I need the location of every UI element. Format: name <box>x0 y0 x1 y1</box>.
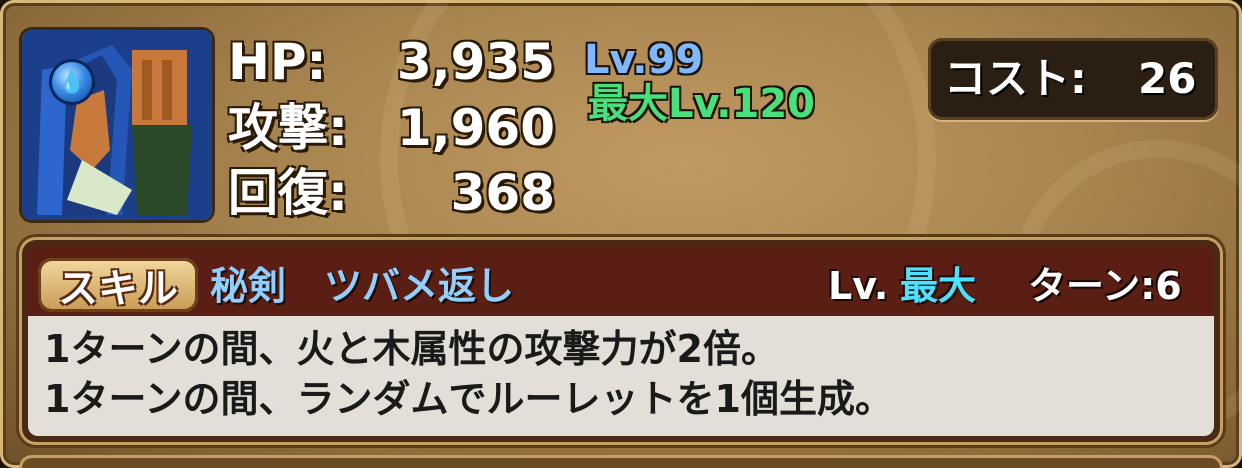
blue-haired-swordsman-portrait <box>22 30 212 220</box>
skill-description: 1ターンの間、火と木属性の攻撃力が2倍。 1ターンの間、ランダムでルーレットを1… <box>28 316 1214 436</box>
skill-badge-label: スキル <box>58 266 178 312</box>
skill-panel: スキル 秘剣 ツバメ返し Lv. 最大 ターン:6 1ターンの間、火と木属性の攻… <box>22 240 1220 442</box>
skill-description-line: 1ターンの間、火と木属性の攻撃力が2倍。 <box>44 327 779 371</box>
cost-box: コスト: 26 <box>928 38 1218 120</box>
skill-level-prefix: Lv. <box>828 264 889 308</box>
attack-value: 1,960 <box>396 99 555 157</box>
monster-detail-panel: 💧 HP: 3,935 攻撃: 1,960 回復: 368 Lv.99 最大Lv… <box>0 0 1242 468</box>
cost-value: 26 <box>1138 54 1197 103</box>
skill-badge: スキル <box>38 258 198 312</box>
current-level: Lv.99 <box>584 37 704 83</box>
water-attribute-icon: 💧 <box>52 62 92 102</box>
skill-description-line: 1ターンの間、ランダムでルーレットを1個生成。 <box>44 377 893 421</box>
cost-label: コスト: <box>944 54 1087 103</box>
max-level: 最大Lv.120 <box>588 81 815 127</box>
monster-portrait[interactable]: 💧 <box>22 30 212 220</box>
next-panel-edge <box>22 458 1220 468</box>
skill-header: スキル 秘剣 ツバメ返し Lv. 最大 ターン:6 <box>28 246 1214 316</box>
skill-level-value: 最大 <box>900 264 977 308</box>
hp-label: HP: <box>228 33 327 91</box>
skill-name: 秘剣 ツバメ返し <box>210 264 515 308</box>
recovery-value: 368 <box>450 164 555 222</box>
hp-value: 3,935 <box>396 33 555 91</box>
skill-turn-count: ターン:6 <box>1028 264 1182 308</box>
